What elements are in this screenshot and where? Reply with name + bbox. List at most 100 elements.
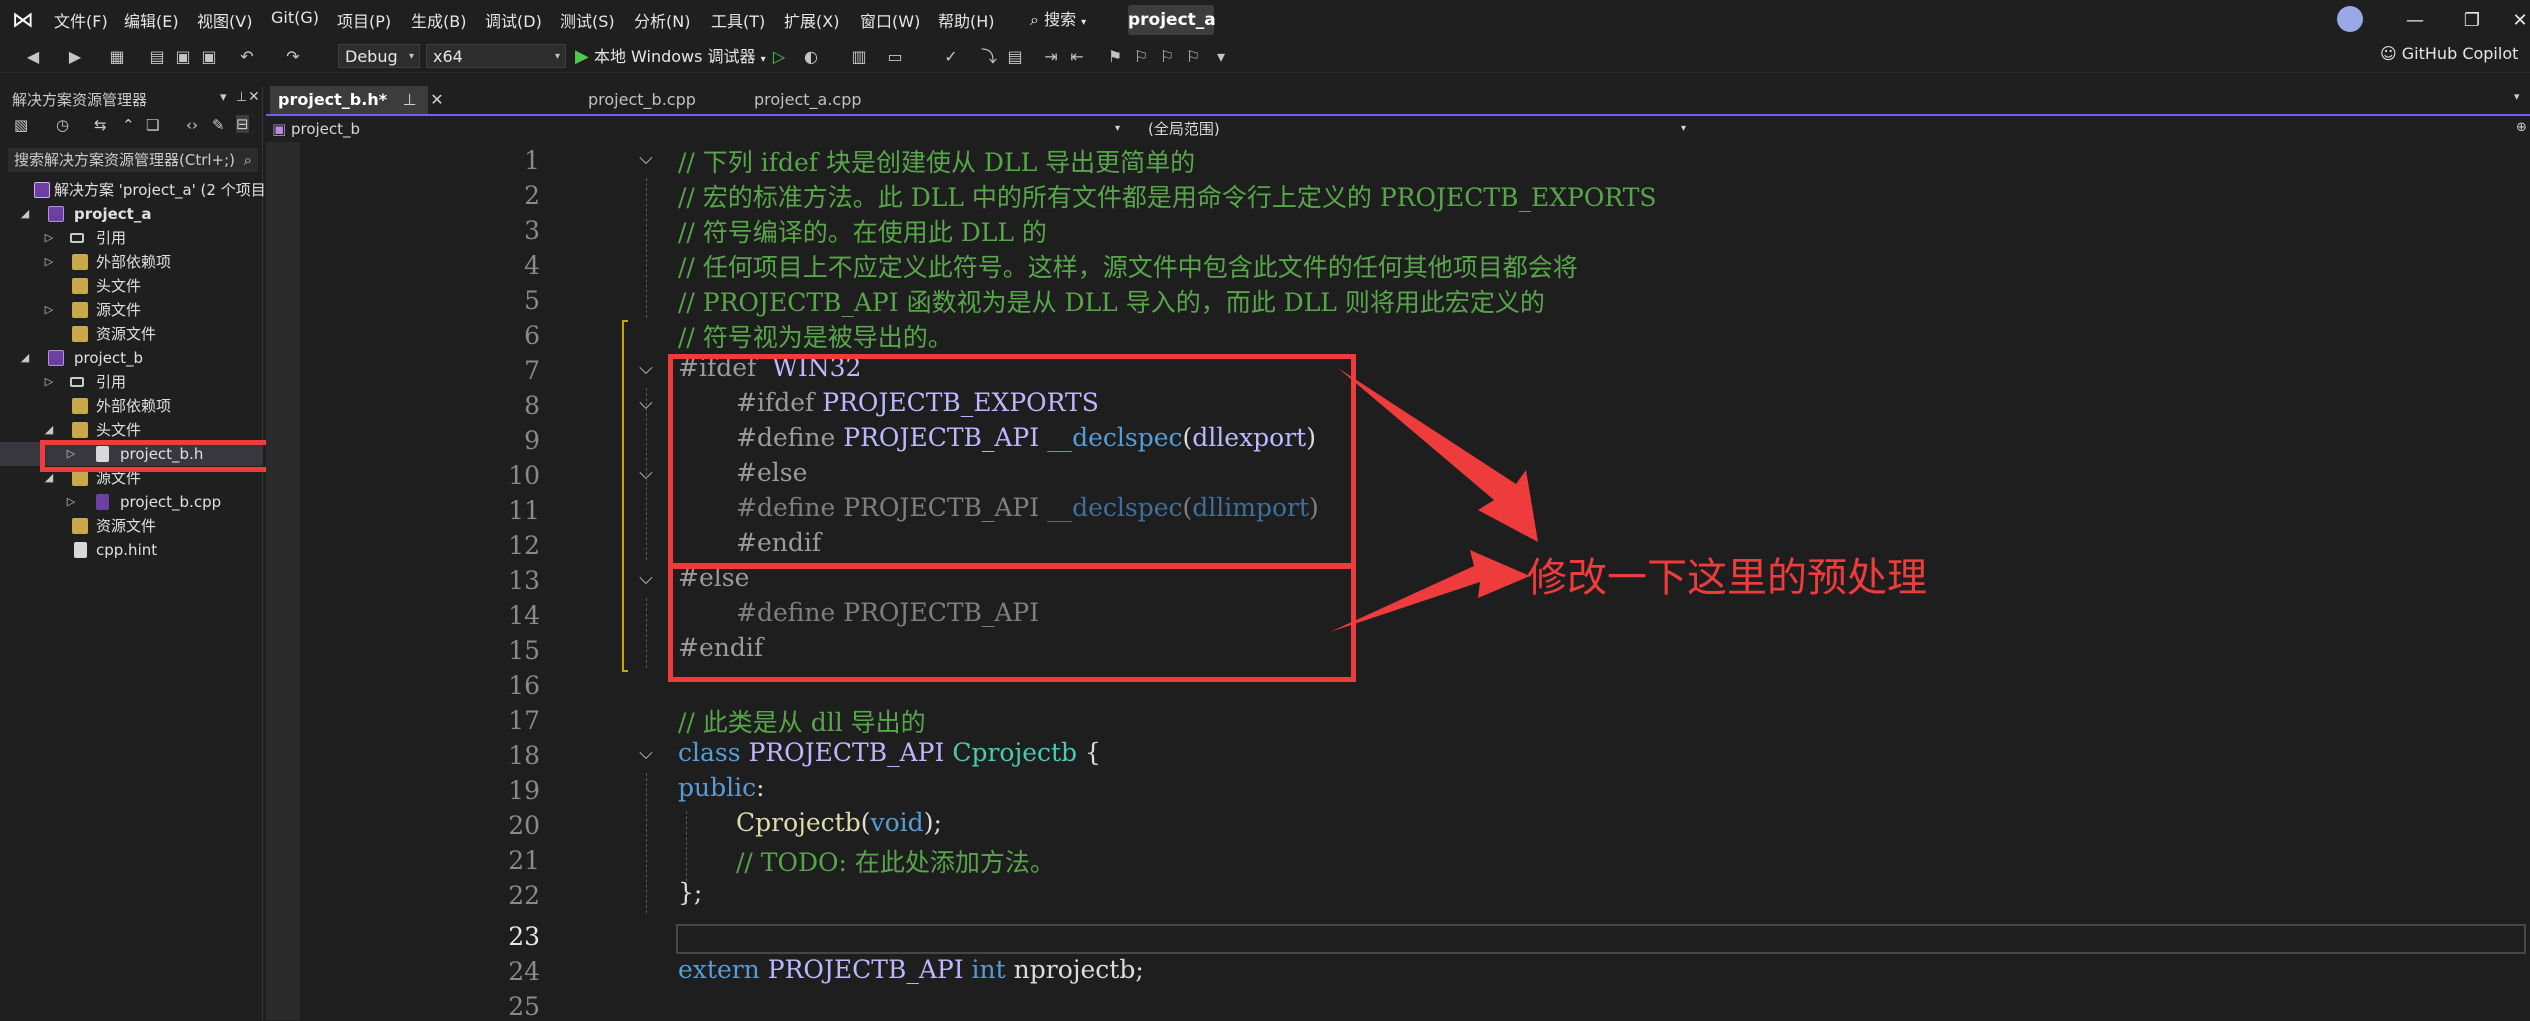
menu-view[interactable]: 视图(V)	[197, 8, 252, 32]
sync-icon[interactable]: ⇆	[94, 116, 107, 134]
split-editor-icon[interactable]: ⊕	[2516, 120, 2527, 135]
redo-icon[interactable]: ↷	[282, 46, 304, 68]
tree-item-references[interactable]: ▷ 引用	[0, 226, 262, 250]
expanded-arrow-icon[interactable]: ◢	[42, 418, 56, 442]
solution-search-input[interactable]: 搜索解决方案资源管理器(Ctrl+;) ⌕	[8, 148, 258, 172]
code-view-icon[interactable]: ‹›	[186, 116, 198, 134]
tree-item-source-files[interactable]: ▷ 源文件	[0, 298, 262, 322]
collapsed-arrow-icon[interactable]: ▷	[42, 370, 56, 394]
pin-icon[interactable]: ⊥	[236, 90, 247, 105]
close-icon[interactable]: ✕	[430, 90, 443, 109]
fold-chevron-icon[interactable]: ⌵	[633, 568, 659, 594]
collapsed-arrow-icon[interactable]: ▷	[64, 490, 78, 514]
menu-project[interactable]: 项目(P)	[337, 8, 391, 32]
switch-views-icon[interactable]: ▧	[14, 116, 28, 134]
chevron-down-icon: ▾	[1680, 123, 1686, 134]
pin-icon[interactable]: ⊥	[403, 90, 417, 109]
menu-tools[interactable]: 工具(T)	[711, 8, 765, 32]
format-icon[interactable]: ▤	[1004, 46, 1026, 68]
forward-icon[interactable]: ▶	[64, 46, 86, 68]
tree-item-project-b-cpp[interactable]: ▷ project_b.cpp	[0, 490, 262, 514]
tree-item-external-deps[interactable]: 外部依赖项	[0, 394, 262, 418]
menu-edit[interactable]: 编辑(E)	[124, 8, 179, 32]
indent-icon[interactable]: ⇥	[1040, 46, 1062, 68]
tab-project-a-cpp[interactable]: project_a.cpp	[746, 86, 946, 114]
step-icon[interactable]: ⤵	[978, 46, 1000, 68]
tree-item-header-files[interactable]: 头文件	[0, 274, 262, 298]
minimize-icon[interactable]: —	[2395, 6, 2435, 36]
expanded-arrow-icon[interactable]: ◢	[18, 346, 32, 370]
properties-icon[interactable]: ✎	[212, 116, 225, 134]
pending-changes-icon[interactable]: ◷	[56, 116, 69, 134]
menu-test[interactable]: 测试(S)	[560, 8, 615, 32]
start-without-debugging-icon[interactable]: ▷	[768, 46, 790, 68]
tab-project-b-h[interactable]: project_b.h* ⊥ ✕	[270, 86, 444, 114]
tree-item-project-b[interactable]: ◢ project_b	[0, 346, 262, 370]
tree-item-header-files[interactable]: ◢ 头文件	[0, 418, 262, 442]
collapsed-arrow-icon[interactable]: ▷	[42, 226, 56, 250]
panel-dropdown-icon[interactable]: ▾	[220, 90, 227, 105]
save-icon[interactable]: ▣	[172, 46, 194, 68]
menu-build[interactable]: 生成(B)	[411, 8, 466, 32]
bookmark-icon[interactable]: ⚑	[1104, 46, 1126, 68]
collapse-all-icon[interactable]: ⌃	[122, 116, 135, 134]
tree-item-label: 引用	[96, 229, 127, 247]
restore-icon[interactable]: ❐	[2452, 6, 2492, 36]
menu-git[interactable]: Git(G)	[271, 8, 319, 27]
tree-item-project-a[interactable]: ◢ project_a	[0, 202, 262, 226]
fold-chevron-icon[interactable]: ⌵	[633, 743, 659, 769]
next-bookmark-icon[interactable]: ⚐	[1156, 46, 1178, 68]
tab-overflow-icon[interactable]: ▾	[2514, 90, 2520, 103]
preview-icon[interactable]: ⊟	[236, 115, 249, 133]
tree-item-resource-files[interactable]: 资源文件	[0, 514, 262, 538]
close-panel-icon[interactable]: ✕	[248, 89, 260, 105]
folder-icon	[72, 278, 88, 294]
scope-select[interactable]: ▣ project_b ▾	[266, 118, 1126, 140]
clear-bookmarks-icon[interactable]: ⚐	[1182, 46, 1204, 68]
undo-icon[interactable]: ↶	[236, 46, 258, 68]
tree-item-cpp-hint[interactable]: cpp.hint	[0, 538, 262, 562]
new-project-icon[interactable]: ▦	[106, 46, 128, 68]
vertical-scrollbar[interactable]	[2512, 142, 2530, 1020]
expanded-arrow-icon[interactable]: ◢	[18, 202, 32, 226]
menu-help[interactable]: 帮助(H)	[938, 8, 995, 32]
visual-studio-logo-icon[interactable]: ⋈	[12, 8, 40, 34]
project-name-badge[interactable]: project_a	[1128, 5, 1216, 35]
fold-chevron-icon[interactable]: ⌵	[633, 148, 659, 174]
tree-item-references[interactable]: ▷ 引用	[0, 370, 262, 394]
tree-item-resource-files[interactable]: 资源文件	[0, 322, 262, 346]
start-debugging-button[interactable]: ▶ 本地 Windows 调试器 ▾	[575, 44, 766, 70]
member-select[interactable]: (全局范围) ▾	[1132, 118, 1692, 140]
menu-debug[interactable]: 调试(D)	[485, 8, 542, 32]
search-button[interactable]: ⌕ 搜索 ▾	[1030, 6, 1086, 34]
menu-window[interactable]: 窗口(W)	[860, 8, 920, 32]
menu-file[interactable]: 文件(F)	[54, 8, 108, 32]
member-value: (全局范围)	[1148, 120, 1220, 138]
save-all-icon[interactable]: ▣	[198, 46, 220, 68]
github-copilot-button[interactable]: ☺ GitHub Copilot	[2380, 44, 2518, 63]
close-icon[interactable]: ✕	[2500, 6, 2530, 36]
account-avatar[interactable]	[2337, 6, 2363, 32]
line-number-current: 23	[508, 922, 540, 951]
open-folder-icon[interactable]: ▤	[146, 46, 168, 68]
outdent-icon[interactable]: ⇤	[1066, 46, 1088, 68]
spell-check-icon[interactable]: ✓	[940, 46, 962, 68]
prev-bookmark-icon[interactable]: ⚐	[1130, 46, 1152, 68]
collapsed-arrow-icon[interactable]: ▷	[42, 298, 56, 322]
toolbar-overflow-icon[interactable]: ▾	[1210, 46, 1232, 68]
collapsed-arrow-icon[interactable]: ▷	[42, 250, 56, 274]
hot-reload-icon[interactable]: ◐	[800, 46, 822, 68]
show-all-files-icon[interactable]: ❏	[146, 116, 159, 134]
back-icon[interactable]: ◀	[22, 46, 44, 68]
code-line-17: // 此类是从 dll 导出的	[678, 708, 926, 737]
configuration-select[interactable]: Debug ▾	[338, 44, 420, 68]
fold-chevron-icon[interactable]: ⌵	[633, 358, 659, 384]
menu-analyze[interactable]: 分析(N)	[634, 8, 690, 32]
tree-item-solution[interactable]: 解决方案 'project_a' (2 个项目，共 2 个)	[0, 178, 336, 202]
platform-select[interactable]: x64 ▾	[426, 44, 566, 68]
tree-item-external-deps[interactable]: ▷ 外部依赖项	[0, 250, 262, 274]
menu-extensions[interactable]: 扩展(X)	[784, 8, 839, 32]
toolbox-icon[interactable]: ▥	[848, 46, 870, 68]
line-number: 12	[508, 531, 540, 560]
layout-icon[interactable]: ▭	[884, 46, 906, 68]
